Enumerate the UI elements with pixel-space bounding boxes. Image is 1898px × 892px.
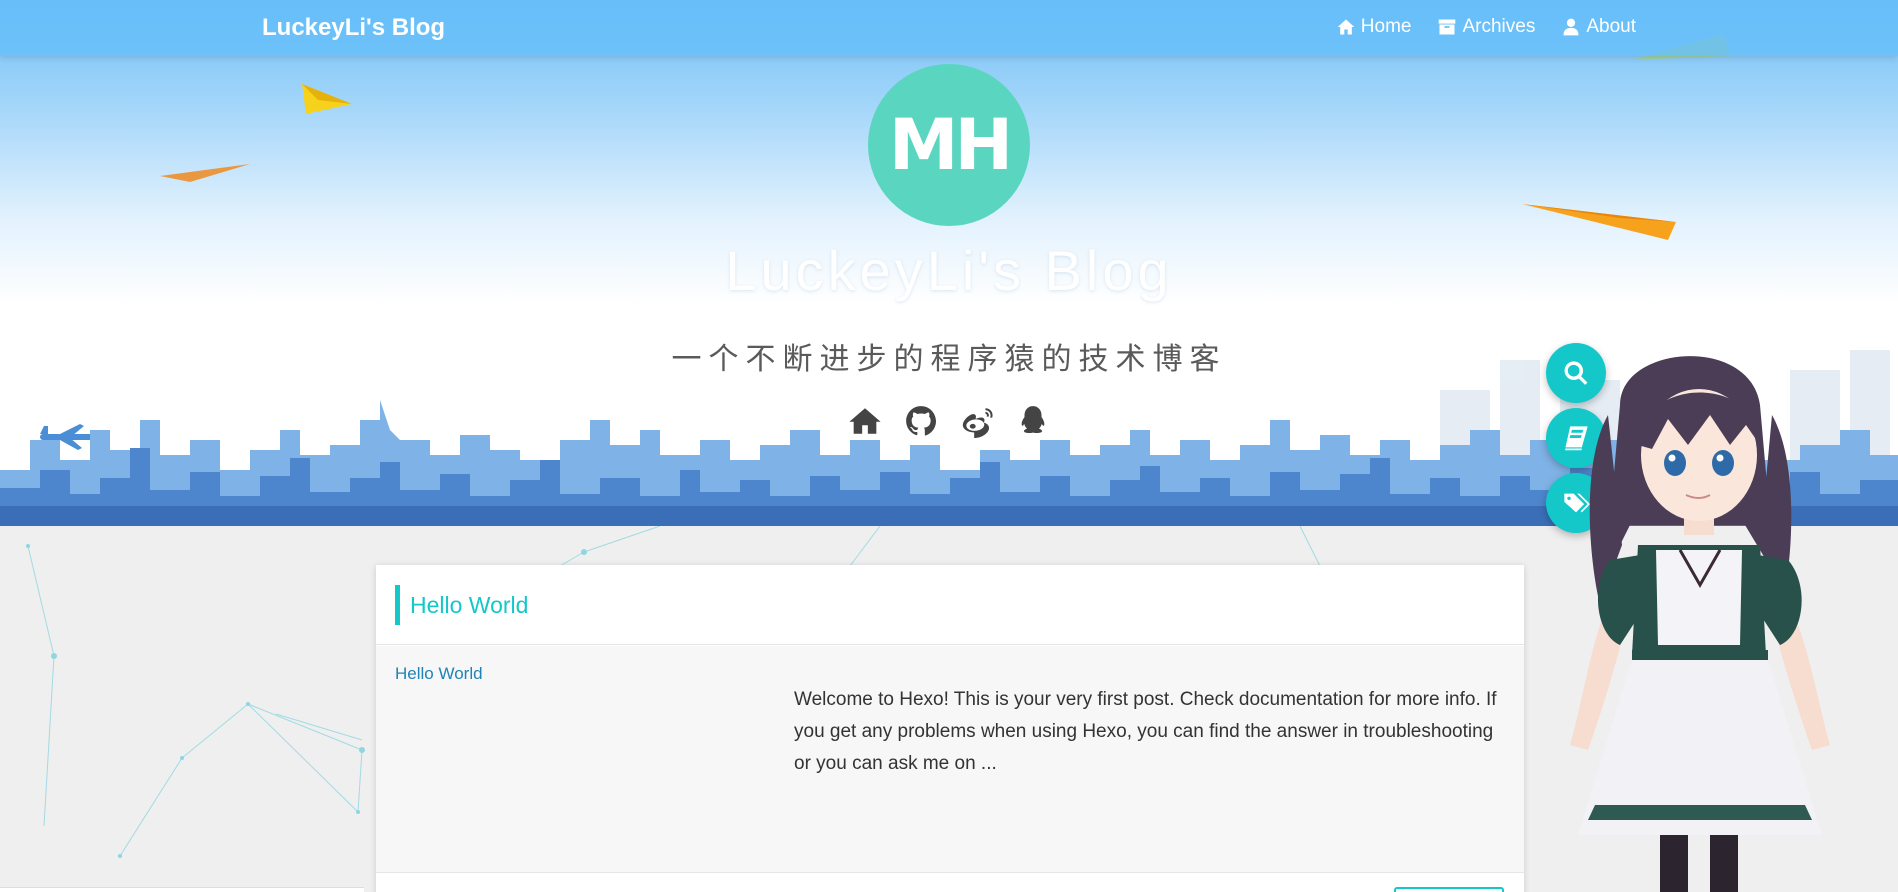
live2d-mascot[interactable] xyxy=(1560,345,1898,892)
nav-archives[interactable]: Archives xyxy=(1437,16,1535,38)
nav-home[interactable]: Home xyxy=(1336,16,1412,38)
logo-text: MH xyxy=(888,104,1013,186)
title-accent-bar xyxy=(395,585,400,625)
nav-home-label: Home xyxy=(1360,16,1412,37)
nav-about[interactable]: About xyxy=(1561,16,1636,38)
paper-plane-orange-right xyxy=(1522,204,1676,240)
social-weibo-link[interactable] xyxy=(960,404,994,438)
archive-icon xyxy=(1439,19,1456,35)
hero-title: LuckeyLi's Blog xyxy=(725,239,1173,302)
nav-archives-label: Archives xyxy=(1462,16,1536,37)
nav-menu: Home Archives About xyxy=(1336,16,1636,38)
post-card-header: Hello World xyxy=(376,565,1524,645)
qq-icon xyxy=(1021,406,1045,434)
post-card-body: Hello World Welcome to Hexo! This is you… xyxy=(376,646,1524,872)
home-icon xyxy=(849,408,881,434)
post-title-link[interactable]: Hello World xyxy=(410,592,528,619)
weibo-icon xyxy=(962,408,993,438)
brand-link[interactable]: LuckeyLi's Blog xyxy=(262,14,445,42)
nav-about-label: About xyxy=(1586,16,1636,37)
social-github-link[interactable] xyxy=(904,404,938,438)
social-qq-link[interactable] xyxy=(1016,404,1050,438)
paper-plane-orange-left xyxy=(160,164,250,182)
site-logo: MH xyxy=(868,64,1030,226)
post-thumbnail-link[interactable]: Hello World xyxy=(395,664,483,684)
post-card: Hello World Hello World Welcome to Hexo!… xyxy=(376,565,1524,892)
post-excerpt: Welcome to Hexo! This is your very first… xyxy=(794,689,1497,774)
sidebar-card-edge xyxy=(0,887,364,892)
post-card-footer xyxy=(376,872,1524,892)
user-icon xyxy=(1563,18,1579,36)
read-more-button[interactable] xyxy=(1394,887,1504,892)
home-icon xyxy=(1337,19,1355,35)
github-icon xyxy=(906,406,937,436)
top-navbar: LuckeyLi's Blog Home Archives About xyxy=(0,0,1898,56)
social-home-link[interactable] xyxy=(848,404,882,438)
